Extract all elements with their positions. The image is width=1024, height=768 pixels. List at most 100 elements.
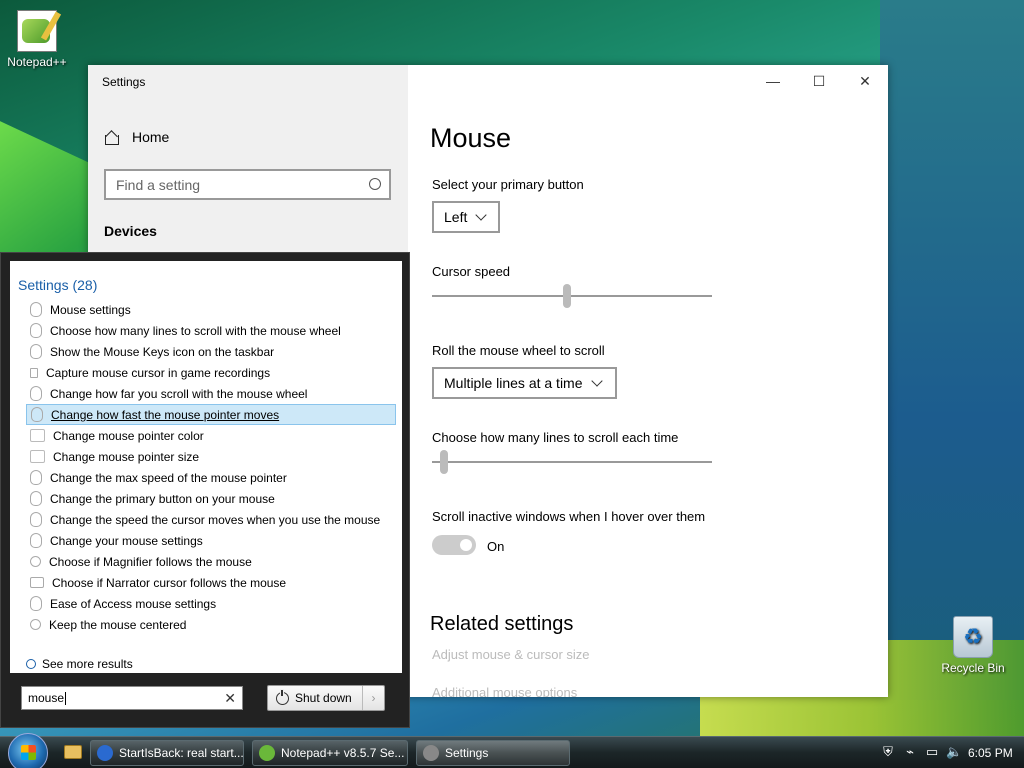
search-result-item[interactable]: Mouse settings [26, 299, 396, 320]
lines-to-scroll-slider[interactable] [432, 450, 712, 474]
mouse-icon [30, 512, 42, 527]
mouse-icon [31, 407, 43, 422]
mouse-icon [30, 323, 42, 338]
magnifier-icon [30, 619, 41, 630]
slider-thumb[interactable] [562, 284, 571, 308]
search-result-item[interactable]: Change how far you scroll with the mouse… [26, 383, 396, 404]
taskbar-button-startisback[interactable]: StartIsBack: real start... [90, 740, 244, 766]
taskbar-button-label: Settings [445, 746, 489, 760]
inactive-scroll-label: Scroll inactive windows when I hover ove… [432, 509, 706, 524]
cursor-speed-label: Cursor speed [432, 264, 511, 279]
search-result-label: Show the Mouse Keys icon on the taskbar [50, 344, 275, 359]
recycle-bin-icon: ♻ [953, 616, 993, 658]
desktop-icon-notepadpp[interactable]: Notepad++ [2, 10, 72, 69]
search-result-item[interactable]: Change your mouse settings [26, 530, 396, 551]
monitor-icon[interactable]: ▭ [924, 744, 940, 760]
link-additional-mouse-options[interactable]: Additional mouse options [432, 685, 577, 697]
find-setting-placeholder: Find a setting [116, 177, 201, 193]
desktop-icon-label: Notepad++ [7, 55, 67, 69]
search-result-item[interactable]: Capture mouse cursor in game recordings [26, 362, 396, 383]
browser-icon [97, 745, 113, 761]
notepadpp-icon [17, 10, 57, 52]
search-result-label: Change the primary button on your mouse [50, 491, 275, 506]
search-result-label: Capture mouse cursor in game recordings [46, 365, 271, 380]
search-result-item[interactable]: Change how fast the mouse pointer moves [26, 404, 396, 425]
shutdown-label: Shut down [295, 691, 352, 705]
search-result-item[interactable]: Choose if Magnifier follows the mouse [26, 551, 396, 572]
chevron-down-icon [590, 375, 603, 387]
search-result-item[interactable]: Change the speed the cursor moves when y… [26, 509, 396, 530]
search-result-label: Change mouse pointer size [53, 449, 200, 464]
hand-pointer-icon [30, 429, 45, 442]
search-icon [369, 178, 381, 190]
sidebar-item-label: Home [132, 129, 170, 145]
search-result-item[interactable]: Change the primary button on your mouse [26, 488, 396, 509]
search-result-item[interactable]: Change mouse pointer size [26, 446, 396, 467]
search-result-item[interactable]: Ease of Access mouse settings [26, 593, 396, 614]
results-group-title: Settings (28) [18, 277, 98, 293]
shutdown-main[interactable]: Shut down [268, 689, 362, 705]
gear-icon [423, 745, 439, 761]
search-result-item[interactable]: Choose if Narrator cursor follows the mo… [26, 572, 396, 593]
dropdown-value: Left [444, 209, 468, 225]
close-button[interactable]: ✕ [842, 71, 888, 91]
cursor-speed-slider[interactable] [432, 284, 712, 308]
shield-icon[interactable]: ⛨ [880, 744, 896, 760]
find-setting-input[interactable]: Find a setting [104, 169, 391, 200]
roll-wheel-dropdown[interactable]: Multiple lines at a time [432, 367, 617, 399]
text-caret [65, 692, 67, 706]
dropdown-value: Multiple lines at a time [444, 375, 583, 391]
toggle-state-label: On [487, 539, 505, 554]
shutdown-options-arrow[interactable]: › [362, 686, 384, 710]
start-menu: Settings (28) Mouse settings Choose how m… [0, 252, 410, 728]
search-result-item[interactable]: Choose how many lines to scroll with the… [26, 320, 396, 341]
start-orb-button[interactable] [8, 733, 48, 768]
chevron-down-icon [475, 209, 488, 221]
network-icon[interactable]: ⌁ [902, 744, 918, 760]
sidebar-section-devices: Devices [104, 223, 157, 239]
system-tray: ⛨ ⌁ ▭ 🔈 [880, 744, 962, 760]
home-icon [104, 130, 119, 145]
maximize-button[interactable]: ☐ [796, 71, 842, 91]
start-search-input[interactable]: mouse ✕ [21, 686, 243, 710]
primary-button-label: Select your primary button [432, 177, 584, 192]
clear-search-icon[interactable]: ✕ [224, 690, 236, 707]
camera-icon [30, 367, 38, 378]
search-result-label: Mouse settings [50, 302, 131, 317]
mouse-icon [30, 596, 42, 611]
minimize-button[interactable]: — [750, 71, 796, 91]
taskbar-button-settings[interactable]: Settings [416, 740, 570, 766]
mouse-icon [30, 470, 42, 485]
see-more-label: See more results [42, 657, 133, 671]
search-result-label: Change how fast the mouse pointer moves [51, 407, 280, 422]
search-result-label: Change the speed the cursor moves when y… [50, 512, 381, 527]
see-more-results-link[interactable]: See more results [26, 657, 133, 671]
taskbar-button-label: Notepad++ v8.5.7 Se... [281, 746, 405, 760]
taskbar-button-label: StartIsBack: real start... [119, 746, 244, 760]
search-result-label: Choose if Narrator cursor follows the mo… [52, 575, 287, 590]
mouse-icon [30, 491, 42, 506]
search-result-item[interactable]: Keep the mouse centered [26, 614, 396, 635]
explorer-folder-icon[interactable] [64, 745, 82, 759]
search-result-item[interactable]: Change mouse pointer color [26, 425, 396, 446]
slider-thumb[interactable] [440, 450, 449, 474]
sidebar-item-home[interactable]: Home [104, 129, 169, 145]
search-input-value: mouse [28, 691, 65, 705]
roll-wheel-label: Roll the mouse wheel to scroll [432, 343, 605, 358]
mouse-icon [30, 302, 42, 317]
wallpaper-shade [880, 0, 1024, 700]
taskbar-clock[interactable]: 6:05 PM [968, 746, 1013, 760]
inactive-scroll-toggle[interactable] [432, 535, 476, 555]
link-adjust-mouse-cursor-size[interactable]: Adjust mouse & cursor size [432, 647, 590, 662]
primary-button-dropdown[interactable]: Left [432, 201, 500, 233]
search-result-item[interactable]: Show the Mouse Keys icon on the taskbar [26, 341, 396, 362]
search-result-label: Ease of Access mouse settings [50, 596, 217, 611]
desktop-icon-recycle-bin[interactable]: ♻ Recycle Bin [938, 616, 1008, 675]
hand-pointer-icon [30, 450, 45, 463]
search-result-label: Choose how many lines to scroll with the… [50, 323, 341, 338]
volume-muted-icon[interactable]: 🔈 [946, 744, 962, 760]
shutdown-button[interactable]: Shut down › [267, 685, 385, 711]
mouse-icon [30, 533, 42, 548]
search-result-item[interactable]: Change the max speed of the mouse pointe… [26, 467, 396, 488]
taskbar-button-notepadpp[interactable]: Notepad++ v8.5.7 Se... [252, 740, 408, 766]
